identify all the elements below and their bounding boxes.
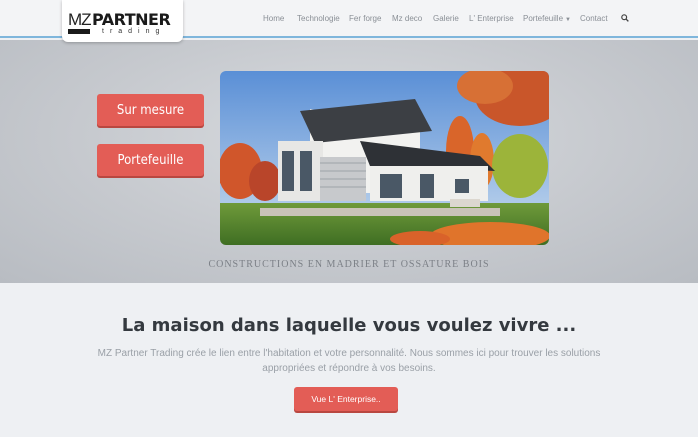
nav-contact[interactable]: Contact — [580, 14, 608, 23]
intro-description: MZ Partner Trading crée le lien entre l'… — [97, 348, 601, 374]
house-illustration — [220, 71, 549, 245]
nav-enterprise[interactable]: L' Enterprise — [469, 14, 514, 23]
nav-portefeuille[interactable]: Portefeuille ▼ — [523, 14, 571, 23]
page-title: La maison dans laquelle vous voulez vivr… — [121, 315, 577, 336]
logo-bar — [68, 29, 90, 34]
nav-home[interactable]: Home — [263, 14, 284, 23]
nav-galerie[interactable]: Galerie — [433, 14, 459, 23]
house-image — [220, 71, 549, 245]
site-header: MZ PARTNER trading Home Technologie Fer … — [0, 0, 698, 42]
nav-technologie[interactable]: Technologie — [297, 14, 340, 23]
nav-fer-forge[interactable]: Fer forge — [349, 14, 381, 23]
portefeuille-button[interactable]: Portefeuille — [97, 144, 204, 176]
nav-mz-deco[interactable]: Mz deco — [392, 14, 422, 23]
logo-trading: trading — [102, 28, 166, 35]
chevron-down-icon: ▼ — [565, 17, 571, 23]
view-enterprise-button[interactable]: Vue L' Enterprise.. — [294, 387, 398, 411]
sur-mesure-button[interactable]: Sur mesure — [97, 94, 204, 126]
nav-portefeuille-label: Portefeuille — [523, 14, 564, 23]
search-icon[interactable] — [621, 14, 629, 22]
logo-partner: PARTNER — [92, 10, 171, 29]
site-logo[interactable]: MZ PARTNER trading — [62, 0, 183, 42]
logo-mz: MZ — [68, 10, 92, 29]
hero-section: Sur mesure Portefeuille CONSTRUCTIONS EN… — [0, 40, 698, 283]
intro-section: La maison dans laquelle vous voulez vivr… — [0, 283, 698, 437]
hero-caption: CONSTRUCTIONS EN MADRIER ET OSSATURE BOI… — [208, 259, 490, 270]
